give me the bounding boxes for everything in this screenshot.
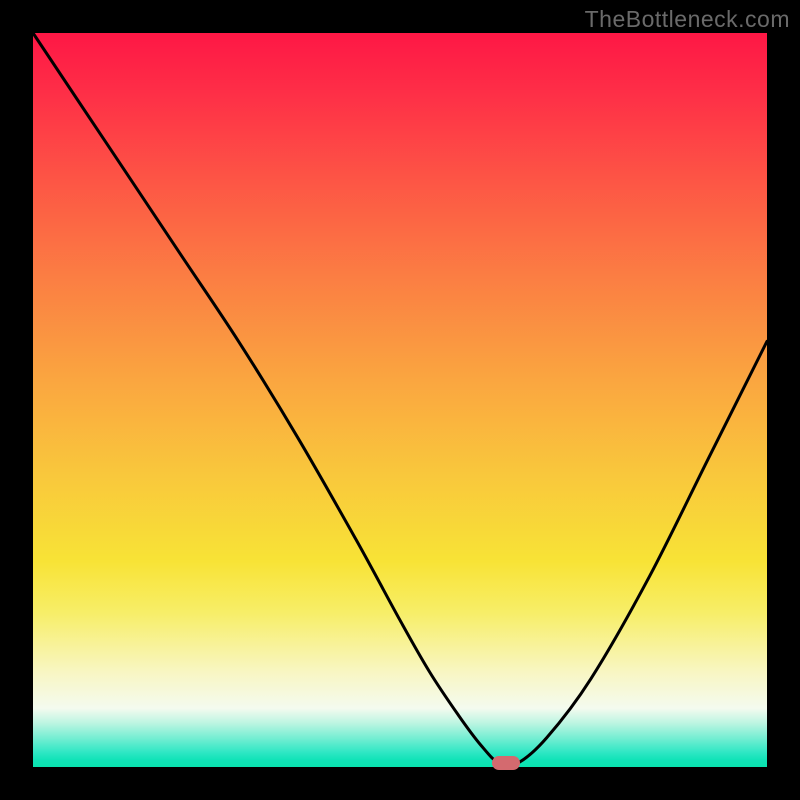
- bottleneck-curve-path: [33, 33, 767, 766]
- watermark-text: TheBottleneck.com: [585, 6, 790, 33]
- chart-frame: TheBottleneck.com: [0, 0, 800, 800]
- plot-area: [33, 33, 767, 767]
- curve-svg: [33, 33, 767, 767]
- optimal-marker: [492, 756, 520, 770]
